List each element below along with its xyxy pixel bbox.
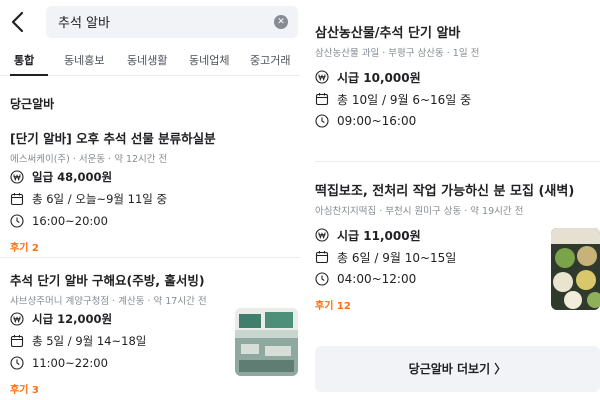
job-meta: 에스써케이(주) · 서운동 · 약 12시간 전 (10, 154, 168, 165)
schedule-row: 총 10일 / 9월 6~16일 중 (315, 89, 600, 109)
schedule-text: 총 6일 / 9월 10~15일 (337, 250, 457, 265)
schedule-text: 총 10일 / 9월 6~16일 중 (337, 92, 472, 107)
review-count: 후기 3 (10, 385, 39, 396)
pay-text: 시급 10,000원 (337, 70, 421, 85)
pay-text: 일급 48,000원 (32, 170, 113, 184)
pay-text: 시급 12,000원 (32, 312, 113, 326)
hours-text: 09:00~16:00 (337, 114, 417, 128)
clock-icon (315, 114, 329, 128)
won-icon (10, 170, 24, 184)
calendar-icon (10, 335, 24, 348)
calendar-icon (10, 193, 24, 206)
job-listing[interactable]: [단기 알바] 오후 추석 선물 분류하실분 에스써케이(주) · 서운동 · … (10, 128, 300, 254)
job-meta: 삼산농산물 과일 · 부평구 삼산동 · 1일 전 (315, 48, 480, 59)
schedule-row: 총 6일 / 오늘~9월 11일 중 (10, 189, 300, 209)
calendar-icon (315, 251, 329, 264)
job-meta: 샤브샹주머니 계양구청점 · 계산동 · 약 17시간 전 (10, 296, 207, 307)
left-panel: 추석 알바 ✕ 통합 동네홍보 동네생활 동네업체 중고거래 당근알바 [단기 … (0, 0, 300, 400)
won-icon (315, 70, 329, 84)
pay-row: 일급 48,000원 (10, 167, 300, 187)
hours-text: 11:00~22:00 (32, 356, 108, 370)
hours-row: 09:00~16:00 (315, 111, 600, 131)
right-panel: 삼산농산물/추석 단기 알바 삼산농산물 과일 · 부평구 삼산동 · 1일 전… (305, 0, 600, 400)
tab-secondhand[interactable]: 중고거래 (250, 52, 290, 68)
clear-icon[interactable]: ✕ (274, 15, 288, 29)
hours-text: 04:00~12:00 (337, 272, 417, 286)
tab-local-promo[interactable]: 동네홍보 (64, 52, 104, 68)
review-count: 후기 2 (10, 243, 39, 254)
tab-local-business[interactable]: 동네업체 (189, 52, 229, 68)
schedule-text: 총 6일 / 오늘~9월 11일 중 (32, 192, 168, 206)
tab-local-life[interactable]: 동네생활 (127, 52, 167, 68)
job-meta: 아심찬지지떡집 · 부천시 원미구 상동 · 약 19시간 전 (315, 206, 524, 217)
search-input[interactable]: 추석 알바 ✕ (46, 6, 298, 38)
back-arrow-icon[interactable] (8, 10, 30, 34)
pay-text: 시급 11,000원 (337, 228, 421, 243)
pay-row: 시급 10,000원 (315, 67, 600, 87)
hours-row: 16:00~20:00 (10, 211, 300, 231)
job-listing[interactable]: 삼산농산물/추석 단기 알바 삼산농산물 과일 · 부평구 삼산동 · 1일 전… (315, 22, 600, 131)
divider (0, 257, 300, 258)
job-title: 삼산농산물/추석 단기 알바 (315, 26, 461, 41)
clock-icon (315, 272, 329, 286)
more-jobs-button[interactable]: 당근알바 더보기 〉 (315, 346, 600, 392)
clock-icon (10, 214, 24, 228)
divider (315, 161, 600, 162)
section-title: 당근알바 (10, 97, 55, 111)
calendar-icon (315, 93, 329, 106)
won-icon (10, 312, 24, 326)
won-icon (315, 228, 329, 242)
top-bar: 추석 알바 ✕ (0, 0, 300, 44)
active-tab-indicator (10, 74, 48, 76)
search-query: 추석 알바 (58, 16, 110, 31)
tab-bar: 통합 동네홍보 동네생활 동네업체 중고거래 (0, 52, 300, 76)
job-title: 떡집보조, 전처리 작업 가능하신 분 모집 (새벽) (315, 184, 575, 199)
schedule-text: 총 5일 / 9월 14~18일 (32, 334, 147, 348)
hours-text: 16:00~20:00 (32, 214, 108, 228)
clock-icon (10, 356, 24, 370)
job-thumbnail[interactable] (235, 308, 298, 376)
job-title: [단기 알바] 오후 추석 선물 분류하실분 (10, 131, 216, 146)
tab-integrated[interactable]: 통합 (14, 52, 34, 68)
job-title: 추석 단기 알바 구해요(주방, 홀서빙) (10, 273, 205, 288)
job-thumbnail[interactable] (551, 228, 600, 310)
